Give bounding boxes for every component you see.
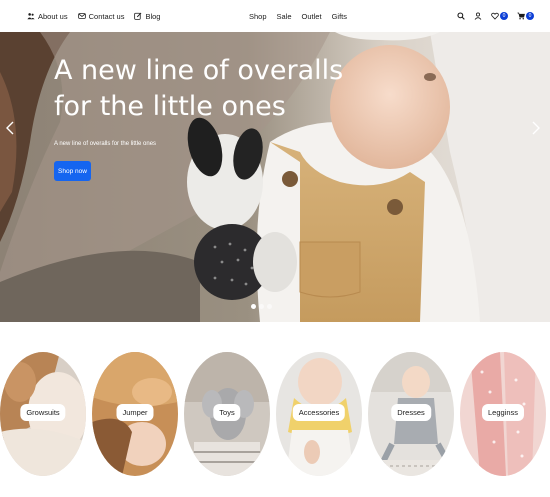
about-us-label: About us <box>38 11 68 21</box>
nav-gifts[interactable]: Gifts <box>332 12 347 21</box>
search-button[interactable] <box>457 12 465 20</box>
category-label-jumper: Jumper <box>116 404 154 421</box>
envelope-icon <box>77 13 86 19</box>
category-dresses[interactable]: Dresses <box>368 352 454 476</box>
slider-pagination <box>251 304 272 309</box>
hero-title: A new line of overalls for the little on… <box>54 55 344 122</box>
nav-shop[interactable]: Shop <box>249 12 267 21</box>
main-nav: Shop Sale Outlet Gifts <box>249 0 347 32</box>
header-actions: 0 0 <box>457 0 534 32</box>
category-jumper[interactable]: Jumper <box>92 352 178 476</box>
category-label-legginss: Legginss <box>481 404 525 421</box>
cart-button[interactable]: 0 <box>517 12 534 20</box>
about-us-link[interactable]: About us <box>27 12 68 21</box>
wishlist-count-badge: 0 <box>500 12 508 20</box>
users-icon <box>27 13 35 20</box>
hero-subtitle: A new line of overalls for the little on… <box>54 141 157 147</box>
slider-prev-button[interactable] <box>4 120 16 136</box>
category-label-dresses: Dresses <box>391 404 431 421</box>
category-carousel: Growsuits Jumper Toys Accessories Dresse… <box>0 352 550 476</box>
category-label-growsuits: Growsuits <box>20 404 66 421</box>
hero-slider: A new line of overalls for the little on… <box>0 32 550 322</box>
blog-link[interactable]: Blog <box>134 12 160 21</box>
category-accessories[interactable]: Accessories <box>276 352 362 476</box>
blog-label: Blog <box>145 11 161 21</box>
utility-nav: About us Contact us Blog <box>27 0 160 32</box>
slider-dot-3[interactable] <box>267 304 272 309</box>
nav-outlet[interactable]: Outlet <box>302 12 322 21</box>
category-label-toys: Toys <box>213 404 241 421</box>
slider-next-button[interactable] <box>530 120 542 136</box>
account-button[interactable] <box>474 12 482 20</box>
heart-icon <box>491 12 499 20</box>
user-icon <box>474 12 482 20</box>
contact-us-label: Contact us <box>88 11 125 21</box>
nav-sale[interactable]: Sale <box>277 12 292 21</box>
category-label-accessories: Accessories <box>292 404 346 421</box>
cart-icon <box>517 12 525 20</box>
chevron-right-icon <box>532 121 540 135</box>
contact-us-link[interactable]: Contact us <box>77 11 125 21</box>
chevron-left-icon <box>6 121 14 135</box>
cart-count-badge: 0 <box>526 12 534 20</box>
shop-now-button[interactable]: Shop now <box>54 161 91 181</box>
category-legginss[interactable]: Legginss <box>460 352 546 476</box>
wishlist-button[interactable]: 0 <box>491 12 508 20</box>
top-navigation: About us Contact us Blog Shop Sale Outle… <box>0 0 550 32</box>
edit-icon <box>134 12 142 20</box>
category-toys[interactable]: Toys <box>184 352 270 476</box>
search-icon <box>457 12 465 20</box>
slider-dot-1[interactable] <box>251 304 256 309</box>
category-growsuits[interactable]: Growsuits <box>0 352 86 476</box>
slider-dot-2[interactable] <box>259 304 264 309</box>
